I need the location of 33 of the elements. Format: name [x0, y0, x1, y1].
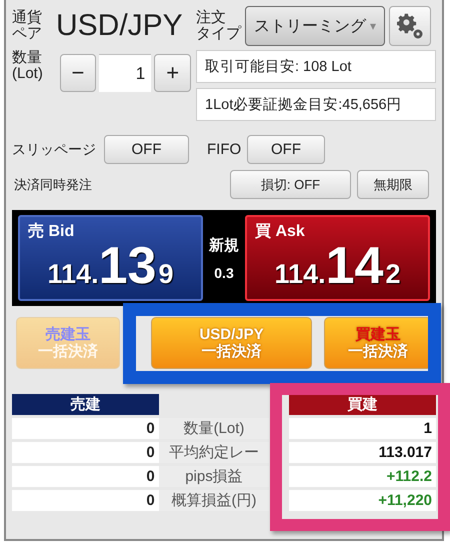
info-text: 1Lot必要証拠金目安:45,656円	[196, 88, 436, 121]
settings-button[interactable]	[389, 6, 431, 46]
quantity-label: 数量 (Lot)	[12, 50, 44, 82]
ask-price-button[interactable]: 買 Ask 114.142	[245, 215, 430, 301]
table-cell: 1	[289, 418, 436, 439]
table-cell: 0	[12, 418, 159, 439]
column-header: 売建	[12, 394, 159, 415]
table-cell: 0	[12, 466, 159, 487]
pair-label: 通貨 ペア	[12, 10, 42, 42]
fifo-toggle[interactable]: OFF	[247, 135, 325, 164]
slippage-toggle[interactable]: OFF	[104, 135, 189, 164]
currency-pair: USD/JPY	[56, 9, 184, 43]
table-cell: 0	[12, 490, 159, 511]
quantity-field[interactable]: 1	[99, 54, 152, 92]
decrease-button[interactable]: −	[60, 54, 96, 92]
fifo-label: FIFO	[207, 141, 242, 158]
increase-button[interactable]: +	[154, 54, 191, 92]
table-cell: 0	[12, 442, 159, 463]
settings-icon	[397, 13, 423, 39]
table-cell: +112.2	[289, 466, 436, 487]
order-type-dropdown[interactable]: ストリーミング ▾	[245, 6, 385, 46]
bid-price-button[interactable]: 売 Bid 114.139	[18, 215, 203, 301]
new-order-label: 新規	[209, 236, 239, 254]
expiry-button[interactable]: 無期限	[357, 170, 429, 199]
slippage-label: スリッページ	[12, 140, 97, 158]
table-cell: +11,220	[289, 490, 436, 511]
info-text: 取引可能目安: 108 Lot	[196, 50, 436, 83]
settle-order-label: 決済同時発注	[14, 176, 93, 194]
stop-loss-button[interactable]: 損切: OFF	[230, 170, 351, 199]
order-type-label: 注文 タイプ	[196, 10, 241, 42]
spread-value: 0.3	[214, 264, 234, 280]
table-cell: 113.017	[289, 442, 436, 463]
column-header: 買建	[289, 394, 436, 415]
